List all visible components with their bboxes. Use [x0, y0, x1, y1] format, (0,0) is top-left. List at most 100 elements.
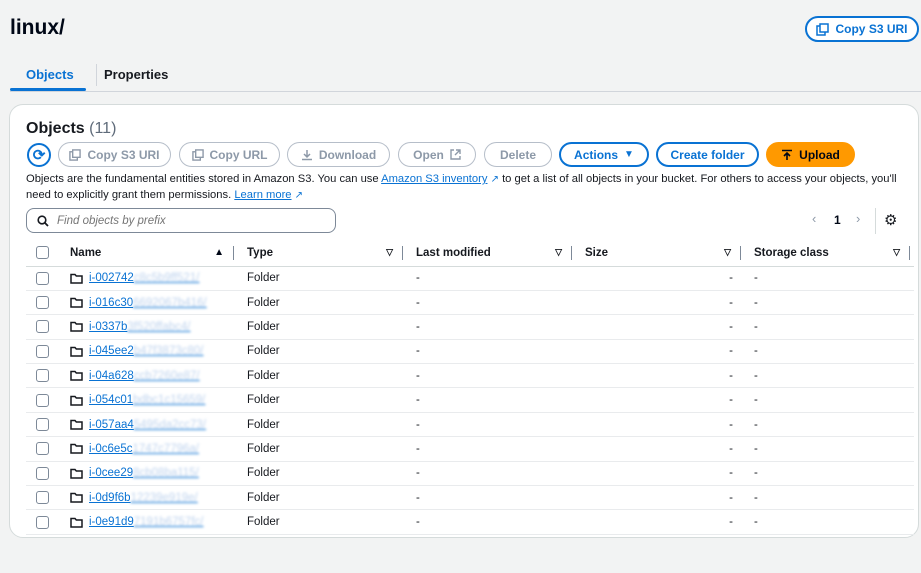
copy-icon — [69, 148, 82, 161]
objects-title: Objects — [26, 120, 85, 137]
row-checkbox[interactable] — [36, 418, 49, 432]
object-name-link[interactable]: i-0cee298cb08ba115/ — [89, 467, 199, 479]
last-modified-cell: - — [407, 461, 576, 487]
copy-icon — [816, 22, 830, 36]
row-checkbox[interactable] — [36, 369, 49, 383]
size-cell: - — [576, 436, 745, 462]
size-cell: - — [576, 461, 745, 487]
table-settings-button[interactable]: ⚙ — [884, 211, 897, 229]
next-page-button[interactable]: › — [856, 211, 860, 226]
object-name-visible: i-057aa4 — [89, 418, 134, 431]
object-name-visible: i-054c01 — [89, 394, 134, 407]
row-checkbox[interactable] — [36, 515, 49, 529]
table-row[interactable]: i-054c01bdbc1c15659/Folder - - - — [26, 387, 914, 413]
download-button[interactable]: Download — [287, 142, 390, 167]
search-icon — [37, 214, 49, 227]
row-checkbox[interactable] — [36, 491, 49, 505]
type-cell: Folder — [238, 436, 407, 462]
row-checkbox[interactable] — [36, 271, 49, 285]
create-folder-button[interactable]: Create folder — [656, 142, 759, 167]
table-row[interactable]: i-0e91d97191b6757fc/Folder - - - — [26, 509, 914, 535]
storage-class-cell: - — [745, 436, 914, 462]
search-input[interactable] — [57, 214, 317, 227]
type-cell: Folder — [238, 339, 407, 365]
page-title: linux/ — [10, 16, 65, 39]
object-name-link[interactable]: i-0e91d97191b6757fc/ — [89, 516, 203, 528]
row-checkbox[interactable] — [36, 344, 49, 358]
table-row[interactable]: i-0d9f6b12239e919e/Folder - - - — [26, 485, 914, 511]
folder-icon — [70, 370, 83, 381]
name-cell: i-04a628ccb7260e87/ — [70, 363, 238, 389]
row-checkbox[interactable] — [36, 442, 49, 456]
select-all-checkbox[interactable] — [36, 246, 49, 260]
page-number[interactable]: 1 — [834, 213, 841, 227]
s3-inventory-link[interactable]: Amazon S3 inventory — [381, 173, 487, 185]
size-cell: - — [576, 339, 745, 365]
object-name-link[interactable]: i-016c306692067b416/ — [89, 297, 207, 309]
object-name-link[interactable]: i-002742c8c5b9ff521/ — [89, 272, 199, 284]
description-text-1: Objects are the fundamental entities sto… — [26, 173, 382, 185]
tab-objects[interactable]: Objects — [26, 67, 74, 82]
object-name-redacted: 8cb08ba115/ — [133, 467, 199, 480]
table-row[interactable]: i-016c306692067b416/Folder - - - — [26, 290, 914, 316]
delete-button[interactable]: Delete — [484, 142, 552, 167]
object-name-link[interactable]: i-045ee2b47f3873c80/ — [89, 345, 203, 357]
type-cell: Folder — [238, 485, 407, 511]
column-header-last-modified[interactable]: Last modified ▽ — [407, 240, 576, 267]
row-checkbox[interactable] — [36, 466, 49, 480]
table-row[interactable]: i-0cee298cb08ba115/Folder - - - — [26, 461, 914, 487]
learn-more-link[interactable]: Learn more — [234, 189, 291, 201]
refresh-button[interactable]: ⟳ — [27, 143, 51, 167]
tab-active-indicator — [10, 88, 86, 91]
row-select-cell — [26, 509, 70, 535]
row-checkbox[interactable] — [36, 393, 49, 407]
previous-page-button[interactable]: ‹ — [812, 211, 816, 226]
object-name-visible: i-045ee2 — [89, 345, 134, 358]
type-cell: Folder — [238, 314, 407, 340]
column-header-size[interactable]: Size ▽ — [576, 240, 745, 267]
copy-url-button[interactable]: Copy URL — [179, 142, 280, 167]
column-storage-class-label: Storage class — [754, 246, 829, 259]
object-name-link[interactable]: i-0337b3f520ffabc4/ — [89, 321, 190, 333]
tab-properties[interactable]: Properties — [104, 67, 168, 82]
name-cell: i-054c01bdbc1c15659/ — [70, 387, 238, 413]
upload-label: Upload — [799, 147, 840, 162]
object-name-link[interactable]: i-054c01bdbc1c15659/ — [89, 394, 205, 406]
last-modified-cell: - — [407, 266, 576, 291]
table-row[interactable]: i-057aa45495da2cc73/Folder - - - — [26, 412, 914, 438]
open-button[interactable]: Open — [398, 142, 476, 167]
column-name-label: Name — [70, 246, 102, 259]
object-name-link[interactable]: i-057aa45495da2cc73/ — [89, 419, 206, 431]
table-row[interactable]: i-002742c8c5b9ff521/Folder - - - — [26, 266, 914, 291]
copy-s3-uri-button[interactable]: Copy S3 URI — [58, 142, 171, 167]
column-header-name[interactable]: Name ▲ — [70, 240, 238, 267]
folder-icon — [70, 322, 83, 333]
column-divider — [909, 246, 910, 260]
actions-dropdown-button[interactable]: Actions ▼ — [559, 142, 649, 167]
column-last-modified-label: Last modified — [416, 246, 491, 259]
row-checkbox[interactable] — [36, 320, 49, 334]
object-name-visible: i-0337b — [89, 320, 128, 333]
object-name-link[interactable]: i-04a628ccb7260e87/ — [89, 370, 200, 382]
search-field[interactable] — [26, 208, 336, 233]
table-row[interactable]: i-0337b3f520ffabc4/Folder - - - — [26, 314, 914, 340]
folder-icon — [70, 492, 83, 503]
copy-s3-uri-label: Copy S3 URI — [87, 147, 160, 162]
object-name-redacted: 3f520ffabc4/ — [127, 320, 191, 333]
storage-class-cell: - — [745, 339, 914, 365]
object-name-link[interactable]: i-0c6e5c1747c7796a/ — [89, 443, 199, 455]
table-row[interactable]: i-04a628ccb7260e87/Folder - - - — [26, 363, 914, 389]
row-checkbox[interactable] — [36, 296, 49, 310]
table-row[interactable]: i-0c6e5c1747c7796a/Folder - - - — [26, 436, 914, 462]
last-modified-cell: - — [407, 387, 576, 413]
name-cell: i-0c6e5c1747c7796a/ — [70, 436, 238, 462]
table-row[interactable]: i-045ee2b47f3873c80/Folder - - - — [26, 339, 914, 365]
object-name-visible: i-016c30 — [89, 296, 134, 309]
upload-button[interactable]: Upload — [766, 142, 855, 167]
object-name-link[interactable]: i-0d9f6b12239e919e/ — [89, 492, 198, 504]
name-cell: i-016c306692067b416/ — [70, 290, 238, 316]
copy-s3-uri-header-button[interactable]: Copy S3 URI — [805, 16, 919, 42]
column-header-storage-class[interactable]: Storage class ▽ — [745, 240, 914, 267]
folder-icon — [70, 419, 83, 430]
column-header-type[interactable]: Type ▽ — [238, 240, 407, 267]
